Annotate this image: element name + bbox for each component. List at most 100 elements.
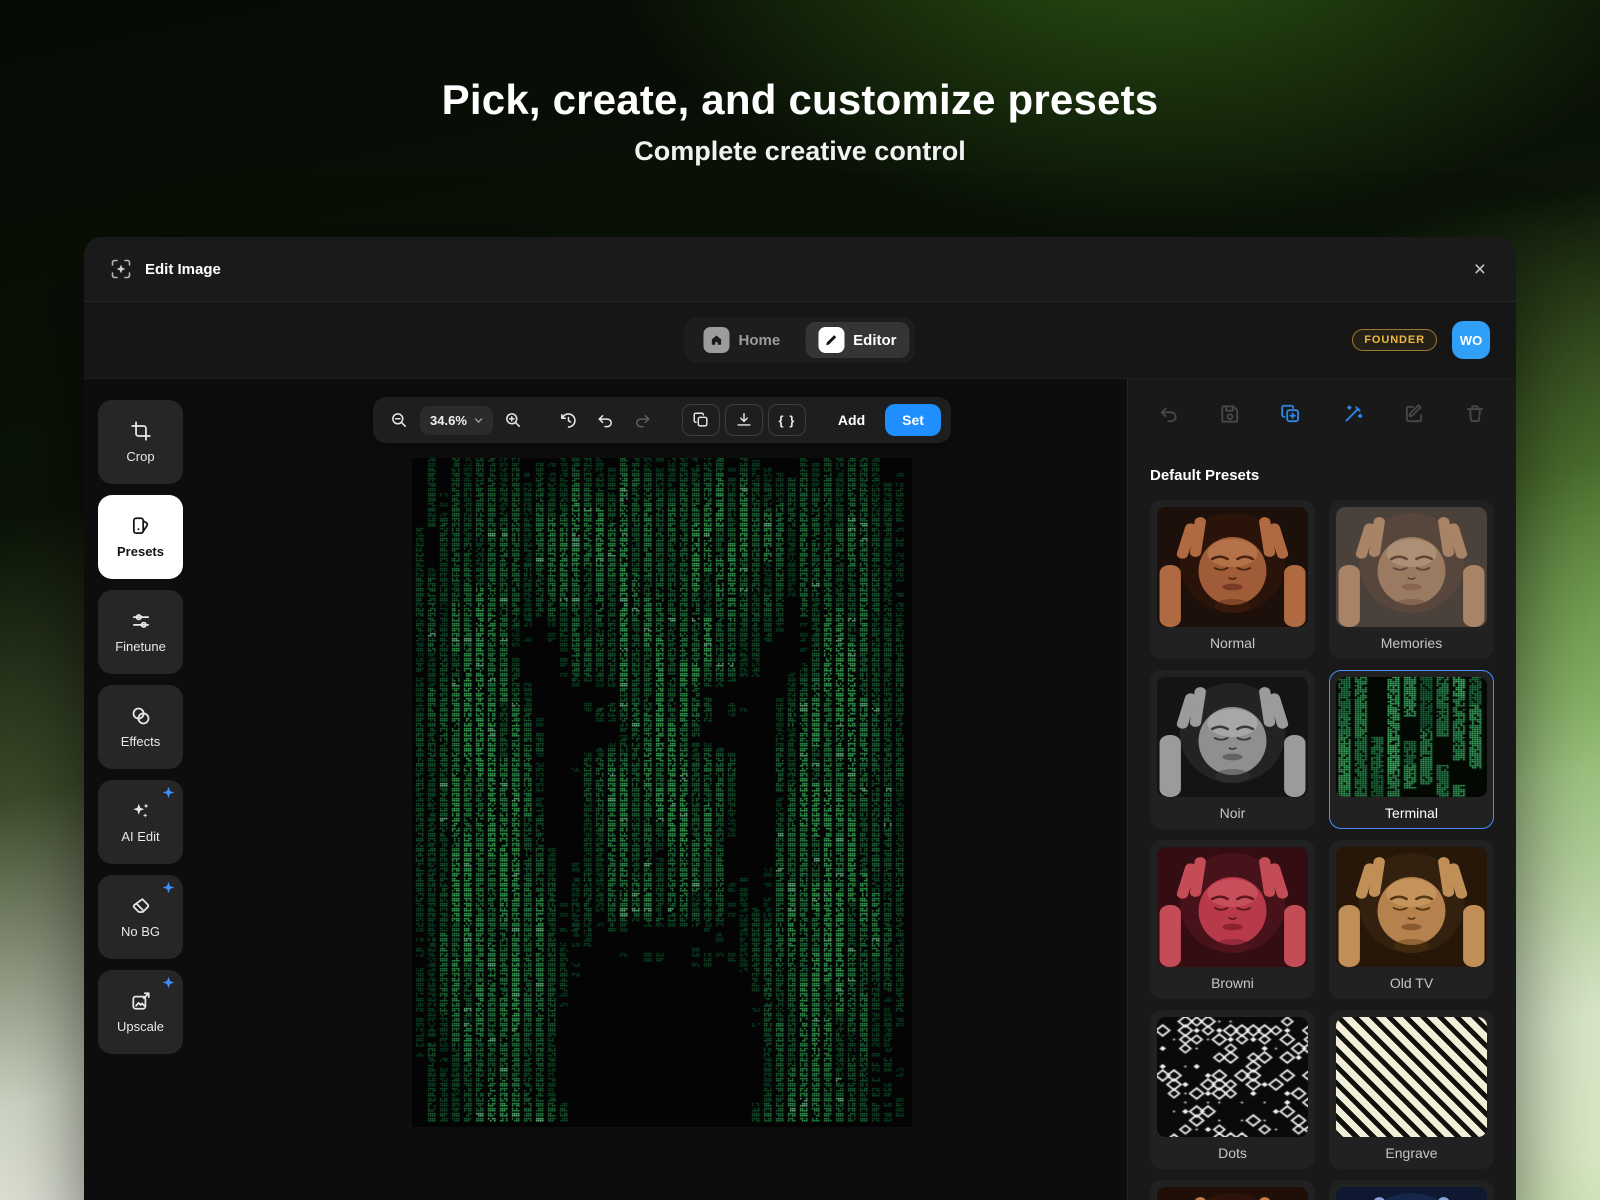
preset-thumbnail — [1157, 677, 1308, 797]
preset-thumbnail — [1157, 847, 1308, 967]
sidebar-item-label: Crop — [126, 449, 154, 464]
preset-label: Dots — [1157, 1137, 1308, 1168]
preset-card-terminal[interactable]: Terminal — [1329, 670, 1494, 829]
zoom-level-value: 34.6% — [430, 413, 467, 428]
preset-label: Terminal — [1336, 797, 1487, 828]
pro-diamond-icon — [162, 976, 175, 989]
sidebar-item-effects[interactable]: Effects — [98, 685, 183, 769]
close-icon[interactable]: × — [1470, 255, 1490, 284]
sidebar-item-crop[interactable]: Crop — [98, 400, 183, 484]
edit-image-icon — [110, 258, 132, 280]
preset-card-old-tv[interactable]: Old TV — [1329, 840, 1494, 999]
undo-preset-icon[interactable] — [1156, 401, 1182, 427]
hero-section: Pick, create, and customize presets Comp… — [0, 76, 1600, 167]
delete-preset-icon[interactable] — [1462, 401, 1488, 427]
preset-label: Noir — [1157, 797, 1308, 828]
preset-thumbnail — [1336, 507, 1487, 627]
preset-card-dots[interactable]: Dots — [1150, 1010, 1315, 1169]
window-title: Edit Image — [145, 261, 221, 278]
tab-home-label: Home — [738, 332, 780, 349]
tab-editor[interactable]: Editor — [805, 322, 909, 358]
preset-thumbnail — [1157, 1017, 1308, 1137]
avatar[interactable]: WO — [1452, 321, 1490, 359]
pro-diamond-icon — [162, 786, 175, 799]
presets-icon — [130, 515, 152, 537]
preset-thumbnail — [1157, 507, 1308, 627]
founder-badge: FOUNDER — [1352, 329, 1437, 351]
hero-subtitle: Complete creative control — [0, 136, 1600, 167]
sidebar-item-label: Effects — [121, 734, 161, 749]
sidebar-item-label: Upscale — [117, 1019, 164, 1034]
hero-title: Pick, create, and customize presets — [0, 76, 1600, 124]
sidebar-item-presets[interactable]: Presets — [98, 495, 183, 579]
sidebar-item-upscale[interactable]: Upscale — [98, 970, 183, 1054]
magic-wand-icon[interactable] — [1340, 401, 1366, 427]
sidebar-item-finetune[interactable]: Finetune — [98, 590, 183, 674]
pro-diamond-icon — [162, 881, 175, 894]
set-button[interactable]: Set — [885, 404, 941, 436]
zoom-level-dropdown[interactable]: 34.6% — [420, 406, 493, 435]
nav-tabs-group: Home Editor — [684, 317, 915, 363]
preset-card-preset[interactable] — [1329, 1180, 1494, 1200]
preset-label: Browni — [1157, 967, 1308, 998]
crop-icon — [130, 420, 152, 442]
download-icon[interactable] — [725, 404, 763, 436]
sidebar-item-label: Presets — [117, 544, 164, 559]
canvas-toolbar: 34.6% — [373, 397, 951, 443]
preset-label: Memories — [1336, 627, 1487, 658]
preset-thumbnail — [1157, 1187, 1308, 1200]
zoom-out-icon[interactable] — [383, 404, 415, 436]
preset-card-preset[interactable] — [1150, 1180, 1315, 1200]
sidebar-item-label: Finetune — [115, 639, 166, 654]
sidebar-item-label: No BG — [121, 924, 160, 939]
sidebar-item-label: AI Edit — [121, 829, 159, 844]
preset-label: Engrave — [1336, 1137, 1487, 1168]
home-icon — [703, 327, 729, 353]
preset-card-noir[interactable]: Noir — [1150, 670, 1315, 829]
edited-image-canvas[interactable] — [412, 458, 912, 1127]
preset-card-normal[interactable]: Normal — [1150, 500, 1315, 659]
braces-icon[interactable]: { } — [768, 404, 806, 436]
save-preset-icon[interactable] — [1217, 401, 1243, 427]
preset-thumbnail — [1336, 677, 1487, 797]
zoom-in-icon[interactable] — [498, 404, 530, 436]
upscale-icon — [130, 990, 152, 1012]
sidebar-item-no-bg[interactable]: No BG — [98, 875, 183, 959]
preset-thumbnail — [1336, 1187, 1487, 1200]
tab-home[interactable]: Home — [690, 322, 793, 358]
edit-image-window: Edit Image × Home Editor FOU — [84, 237, 1516, 1200]
main-content: Crop Presets Finetune — [84, 379, 1516, 1200]
redo-icon[interactable] — [627, 404, 659, 436]
duplicate-preset-icon[interactable] — [1278, 401, 1304, 427]
edit-preset-icon[interactable] — [1401, 401, 1427, 427]
preset-card-memories[interactable]: Memories — [1329, 500, 1494, 659]
sidebar-item-ai-edit[interactable]: AI Edit — [98, 780, 183, 864]
preset-card-engrave[interactable]: Engrave — [1329, 1010, 1494, 1169]
preset-thumbnail — [1336, 1017, 1487, 1137]
copy-icon[interactable] — [682, 404, 720, 436]
nav-right-group: FOUNDER WO — [1352, 321, 1490, 359]
default-presets-heading: Default Presets — [1150, 467, 1494, 484]
finetune-icon — [130, 610, 152, 632]
chevron-down-icon — [474, 417, 483, 424]
preset-card-browni[interactable]: Browni — [1150, 840, 1315, 999]
preset-label: Old TV — [1336, 967, 1487, 998]
preset-grid: Normal Memories Noir Terminal Browni Old TV Do… — [1150, 500, 1494, 1200]
tab-editor-label: Editor — [853, 332, 896, 349]
canvas-area: 34.6% — [197, 379, 1127, 1200]
top-nav-bar: Home Editor FOUNDER WO — [84, 302, 1516, 379]
window-header: Edit Image × — [84, 237, 1516, 302]
effects-icon — [130, 705, 152, 727]
page-background: Pick, create, and customize presets Comp… — [0, 0, 1600, 1200]
history-icon[interactable] — [553, 404, 585, 436]
presets-panel: Default Presets Normal Memories Noir Termin… — [1127, 379, 1516, 1200]
preset-label: Normal — [1157, 627, 1308, 658]
eraser-icon — [130, 895, 152, 917]
undo-icon[interactable] — [590, 404, 622, 436]
tools-sidebar: Crop Presets Finetune — [84, 379, 197, 1200]
add-button[interactable]: Add — [823, 404, 880, 436]
sparkles-icon — [130, 800, 152, 822]
presets-panel-toolbar — [1150, 401, 1494, 427]
pencil-icon — [818, 327, 844, 353]
preset-thumbnail — [1336, 847, 1487, 967]
